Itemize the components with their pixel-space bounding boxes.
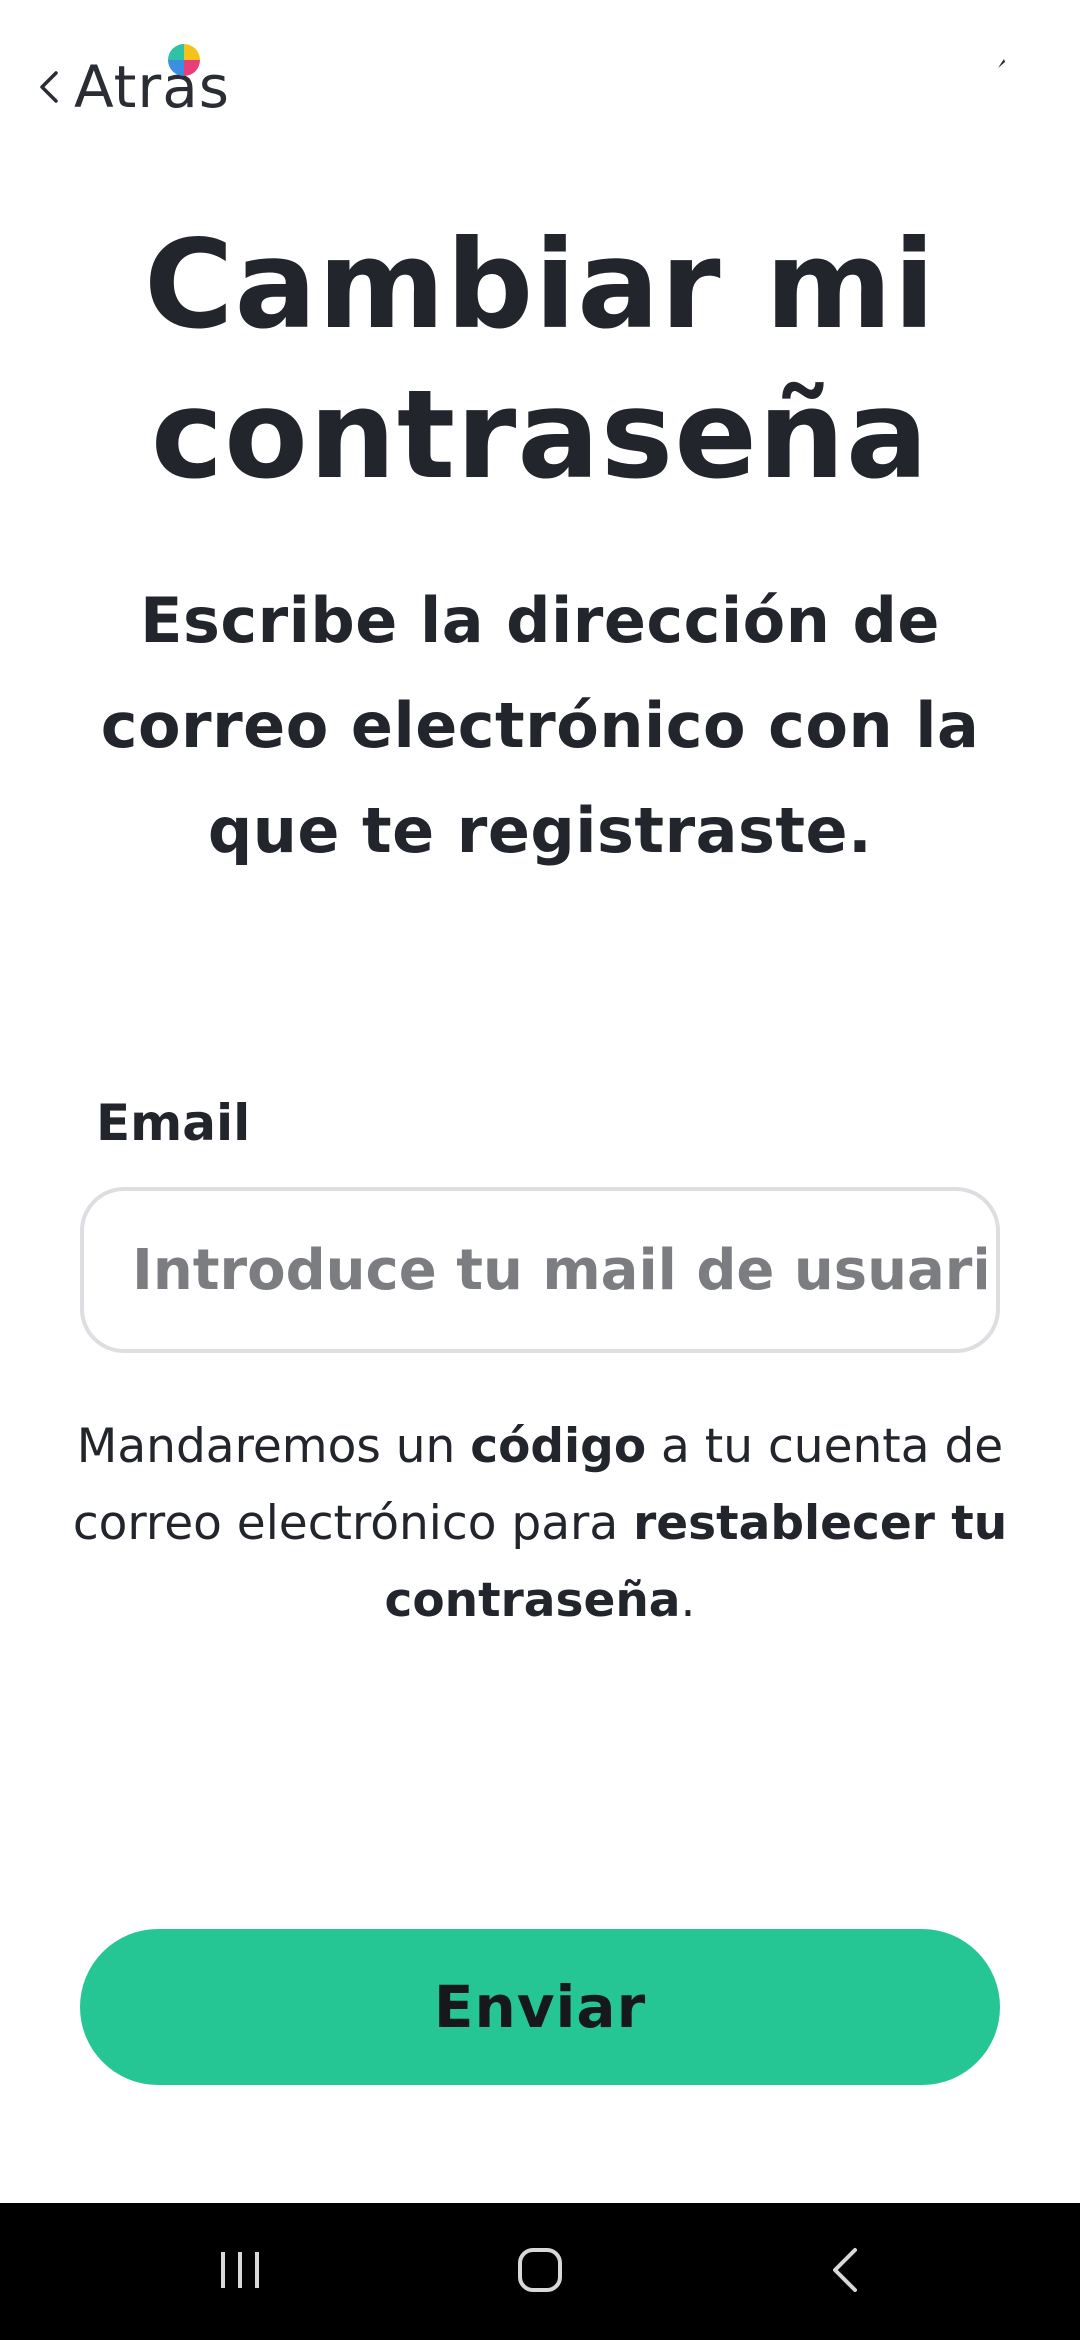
home-button[interactable] xyxy=(470,2203,610,2340)
page-title-line2: contraseña xyxy=(150,364,930,506)
status-mark-icon xyxy=(993,56,1009,72)
page-title: Cambiar mi contraseña xyxy=(60,210,1020,510)
back-button[interactable]: Atrás xyxy=(36,44,231,122)
home-icon xyxy=(516,2246,564,2298)
system-back-button[interactable] xyxy=(774,2203,914,2340)
info-text-bold-code: código xyxy=(470,1419,647,1474)
email-label: Email xyxy=(96,1094,251,1152)
chevron-left-icon xyxy=(36,67,62,107)
info-text: Mandaremos un código a tu cuenta de corr… xyxy=(70,1408,1010,1639)
color-wheel-logo-icon xyxy=(166,42,202,78)
info-text-part1: Mandaremos un xyxy=(76,1419,471,1474)
back-label: Atrás xyxy=(74,53,231,121)
subtitle-line1: Escribe la dirección de xyxy=(140,584,940,657)
subtitle-line2: correo electrónico con la xyxy=(100,689,980,762)
send-button[interactable]: Enviar xyxy=(80,1929,1000,2085)
system-nav-bar xyxy=(0,2203,1080,2340)
recent-apps-icon xyxy=(217,2248,263,2296)
recent-apps-button[interactable] xyxy=(170,2203,310,2340)
page-title-line1: Cambiar mi xyxy=(143,214,937,356)
back-icon xyxy=(827,2246,861,2298)
subtitle-line3: que te registraste. xyxy=(207,794,873,867)
info-text-part3: . xyxy=(680,1573,696,1628)
back-label-group: Atrás xyxy=(74,44,231,122)
change-password-screen: Atrás Cambiar mi contraseña Escribe la d… xyxy=(0,0,1080,2203)
page-subtitle: Escribe la dirección de correo electróni… xyxy=(70,568,1010,883)
email-field[interactable] xyxy=(80,1187,1000,1353)
